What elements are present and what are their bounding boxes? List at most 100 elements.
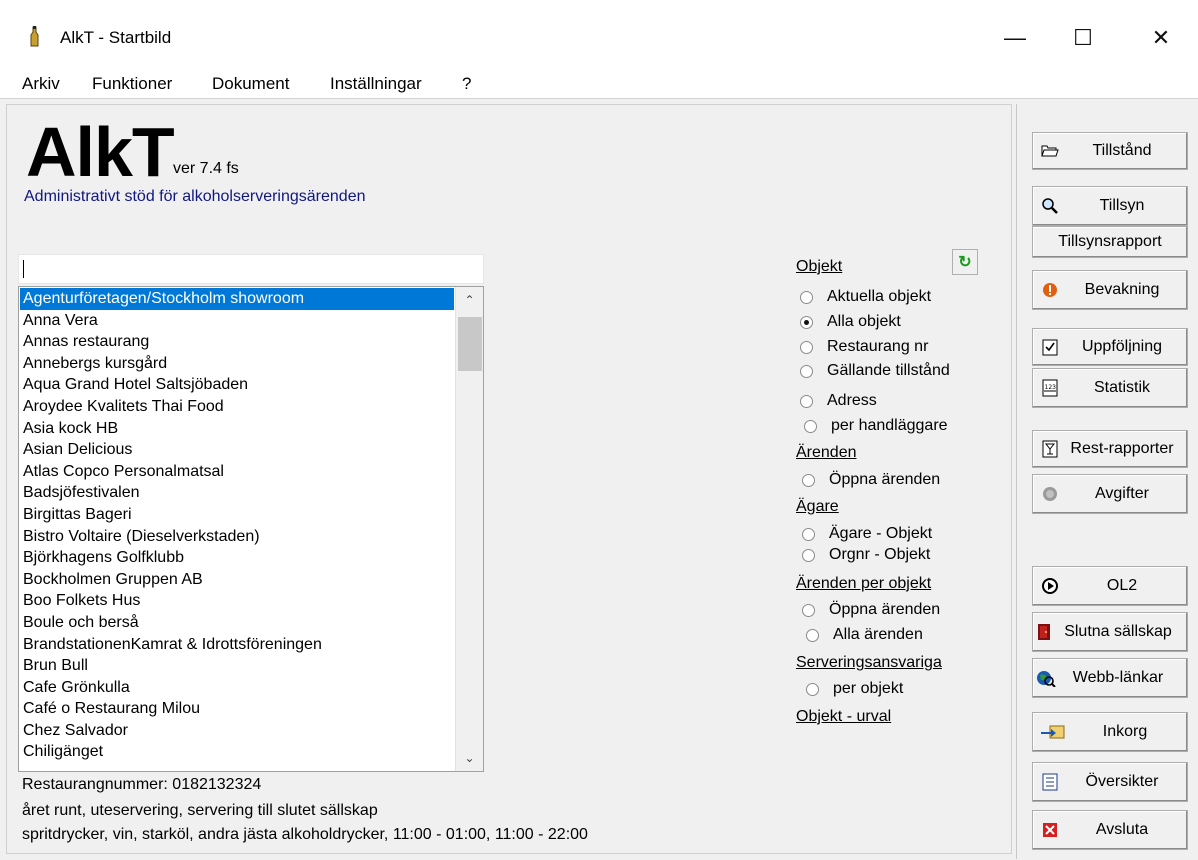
calculator-icon: 123 [1039, 377, 1061, 399]
uppfoljning-button[interactable]: Uppföljning [1032, 328, 1188, 366]
list-document-icon [1039, 771, 1061, 793]
radio-button[interactable] [800, 394, 813, 408]
restaurant-number: Restaurangnummer: 0182132324 [22, 776, 262, 793]
list-item[interactable]: Brun Bull [20, 655, 454, 677]
radio-button[interactable] [800, 290, 813, 304]
scroll-up-icon[interactable]: ⌃ [456, 289, 483, 311]
app-window: AlkT - Startbild — ☐ ✕ Arkiv Funktioner … [0, 0, 1198, 860]
radio-button[interactable] [800, 364, 813, 378]
coin-icon [1039, 483, 1061, 505]
refresh-icon[interactable]: ↻ [952, 249, 978, 275]
radio-button[interactable] [802, 603, 815, 617]
list-item[interactable]: Atlas Copco Personalmatsal [20, 461, 454, 483]
radio-orgnr-objekt[interactable]: Orgnr - Objekt [802, 546, 930, 564]
radio-label: Öppna ärenden [829, 601, 941, 618]
minimize-button[interactable]: — [992, 20, 1038, 56]
list-item[interactable]: Chiligänget [20, 741, 454, 763]
play-icon [1039, 575, 1061, 597]
list-item[interactable]: Badsjöfestivalen [20, 482, 454, 504]
radio-button[interactable] [802, 473, 815, 487]
radio-objekt-option[interactable]: per handläggare [804, 417, 948, 435]
statistik-button[interactable]: 123 Statistik [1032, 368, 1188, 408]
list-items: Agenturföretagen/Stockholm showroom Anna … [20, 288, 454, 763]
webb-lankar-button[interactable]: Webb-länkar [1032, 658, 1188, 698]
menu-help[interactable]: ? [462, 74, 471, 94]
list-item[interactable]: Anna Vera [20, 310, 454, 332]
avsluta-button[interactable]: Avsluta [1032, 810, 1188, 850]
list-item[interactable]: Aqua Grand Hotel Saltsjöbaden [20, 374, 454, 396]
radio-objekt-option[interactable]: Adress [800, 392, 877, 410]
list-item[interactable]: Asian Delicious [20, 439, 454, 461]
glass-icon [1039, 438, 1061, 460]
menu-arkiv[interactable]: Arkiv [22, 74, 60, 94]
radio-agare-objekt[interactable]: Ägare - Objekt [802, 525, 932, 543]
list-item[interactable]: Agenturföretagen/Stockholm showroom [20, 288, 454, 310]
object-listbox[interactable]: Agenturföretagen/Stockholm showroom Anna … [18, 286, 484, 772]
radio-button[interactable] [806, 628, 819, 642]
avgifter-button[interactable]: Avgifter [1032, 474, 1188, 514]
radio-label: Ägare - Objekt [829, 525, 933, 542]
radio-objekt-option[interactable]: Aktuella objekt [800, 288, 931, 306]
radio-label: Adress [827, 392, 877, 409]
app-logo-text: AlkT [26, 113, 175, 191]
list-scrollbar[interactable]: ⌃ ⌄ [455, 287, 483, 771]
radio-label: per objekt [833, 680, 904, 697]
list-item[interactable]: Asia kock HB [20, 418, 454, 440]
maximize-button[interactable]: ☐ [1060, 20, 1106, 56]
radio-objekt-option[interactable]: Restaurang nr [800, 338, 928, 356]
radio-oppna-arenden[interactable]: Öppna ärenden [802, 471, 940, 489]
menu-dokument[interactable]: Dokument [212, 74, 289, 94]
checklist-icon [1039, 336, 1061, 358]
rest-rapporter-button[interactable]: Rest-rapporter [1032, 430, 1188, 468]
app-logo-icon [30, 26, 39, 47]
list-item[interactable]: Boo Folkets Hus [20, 590, 454, 612]
bevakning-button[interactable]: Bevakning [1032, 270, 1188, 310]
radio-button[interactable] [802, 527, 815, 541]
radio-per-objekt-oppna[interactable]: Öppna ärenden [802, 601, 940, 619]
list-item[interactable]: Bockholmen Gruppen AB [20, 569, 454, 591]
slutna-sallskap-button[interactable]: Slutna sällskap [1032, 612, 1188, 652]
tillsyn-button[interactable]: Tillsyn [1032, 186, 1188, 226]
list-item[interactable]: Birgittas Bageri [20, 504, 454, 526]
alert-icon [1039, 279, 1061, 301]
radio-button[interactable] [802, 548, 815, 562]
oversikter-button[interactable]: Översikter [1032, 762, 1188, 802]
menu-funktioner[interactable]: Funktioner [92, 74, 172, 94]
tillsynsrapport-button[interactable]: Tillsynsrapport [1032, 226, 1188, 258]
list-item[interactable]: Cafe Grönkulla [20, 677, 454, 699]
radio-label: Alla objekt [827, 313, 901, 330]
radio-objekt-option[interactable]: Gällande tillstånd [800, 362, 950, 380]
list-item[interactable]: BrandstationenKamrat & Idrottsföreningen [20, 634, 454, 656]
text-caret [23, 260, 24, 278]
radio-objekt-option[interactable]: Alla objekt [800, 313, 901, 331]
svg-text:123: 123 [1045, 384, 1057, 391]
list-item[interactable]: Café o Restaurang Milou [20, 698, 454, 720]
radio-button[interactable] [800, 315, 813, 329]
list-item[interactable]: Chez Salvador [20, 720, 454, 742]
list-item[interactable]: Boule och berså [20, 612, 454, 634]
radio-button[interactable] [806, 682, 819, 696]
inkorg-button[interactable]: Inkorg [1032, 712, 1188, 752]
radio-per-objekt-alla[interactable]: Alla ärenden [806, 626, 923, 644]
scroll-down-icon[interactable]: ⌄ [456, 747, 483, 769]
tillstand-button[interactable]: Tillstånd [1032, 132, 1188, 170]
search-input[interactable] [18, 254, 484, 284]
globe-icon [1035, 667, 1057, 689]
objekt-urval-link[interactable]: Objekt - urval [796, 708, 891, 726]
list-item[interactable]: Bistro Voltaire (Dieselverkstaden) [20, 526, 454, 548]
list-item[interactable]: Annas restaurang [20, 331, 454, 353]
objekt-heading: Objekt [796, 258, 843, 275]
menu-installningar[interactable]: Inställningar [330, 74, 422, 94]
radio-serv-per-objekt[interactable]: per objekt [806, 680, 903, 698]
scroll-thumb[interactable] [458, 317, 482, 371]
version-label: ver 7.4 fs [173, 160, 239, 177]
list-item[interactable]: Aroydee Kvalitets Thai Food [20, 396, 454, 418]
radio-button[interactable] [800, 340, 813, 354]
list-item[interactable]: Annebergs kursgård [20, 353, 454, 375]
close-button[interactable]: ✕ [1138, 20, 1184, 56]
radio-button[interactable] [804, 419, 817, 433]
ol2-button[interactable]: OL2 [1032, 566, 1188, 606]
radio-label: Orgnr - Objekt [829, 546, 931, 563]
door-icon [1035, 621, 1053, 643]
list-item[interactable]: Björkhagens Golfklubb [20, 547, 454, 569]
